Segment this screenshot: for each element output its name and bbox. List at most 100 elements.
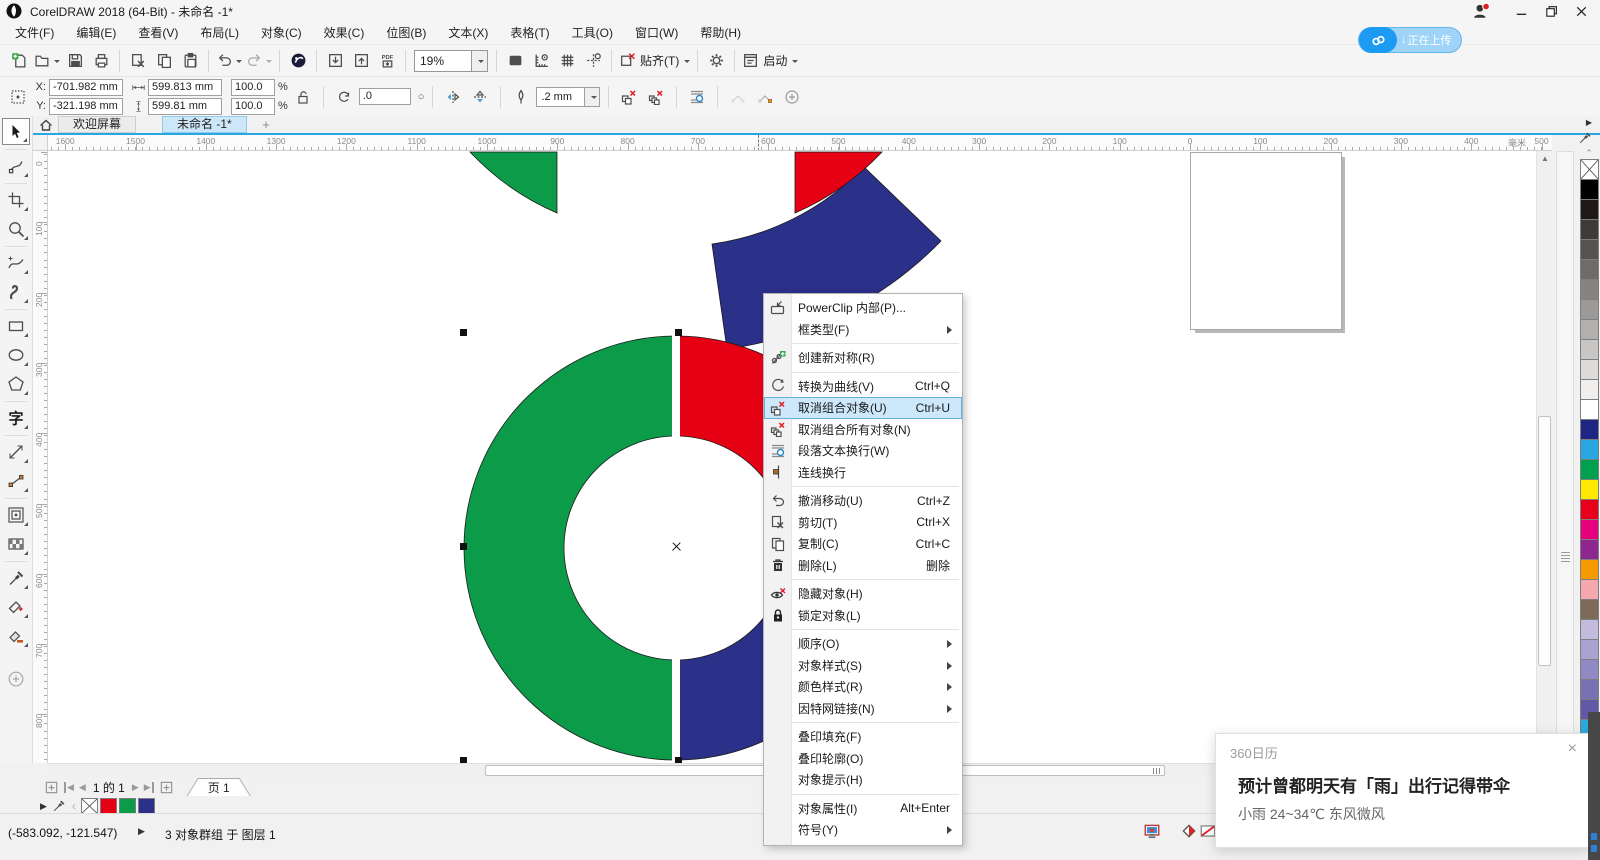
context-menu-item[interactable]: 取消组合所有对象(N) — [764, 419, 962, 441]
lock-ratio-button[interactable] — [291, 85, 315, 109]
popup-close-button[interactable]: × — [1568, 740, 1577, 758]
smart-fill-tool[interactable] — [2, 622, 30, 649]
context-menu-item[interactable]: 段落文本换行(W) — [764, 440, 962, 462]
ungroup-objects-button[interactable] — [617, 85, 641, 109]
fill-status-icon[interactable] — [1180, 822, 1198, 840]
print-button[interactable] — [88, 48, 114, 74]
context-menu-item[interactable]: 符号(Y) — [764, 819, 962, 841]
last-page-button[interactable]: ▶ — [144, 781, 154, 793]
menu-item-6[interactable]: 位图(B) — [375, 22, 437, 44]
menu-item-0[interactable]: 文件(F) — [4, 22, 65, 44]
outline-width-dropdown[interactable] — [584, 87, 600, 106]
user-account-icon[interactable] — [1470, 2, 1492, 20]
search-content-button[interactable] — [285, 48, 311, 74]
crop-tool[interactable] — [2, 186, 30, 213]
zoom-level-combo[interactable]: 19% — [414, 49, 488, 72]
scale-y-field[interactable]: 100.0 — [231, 97, 275, 115]
docpalette-swatch[interactable] — [99, 798, 117, 814]
connector-tool[interactable] — [2, 467, 30, 494]
vertical-scroll-thumb[interactable] — [1538, 416, 1551, 666]
tab-welcome-screen[interactable]: 欢迎屏幕 — [58, 116, 137, 133]
text-tool[interactable]: 字 — [2, 404, 30, 431]
palette-swatch[interactable] — [1579, 459, 1599, 480]
new-document-button[interactable] — [6, 48, 32, 74]
y-position-field[interactable]: -321.198 mm — [49, 97, 123, 115]
publish-pdf-button[interactable]: PDF — [374, 48, 400, 74]
first-page-button[interactable]: ◀ — [64, 781, 74, 793]
docpalette-flyout-arrow[interactable]: ▶ — [40, 801, 47, 812]
minimize-button[interactable] — [1506, 1, 1536, 21]
palette-swatch[interactable] — [1579, 519, 1599, 540]
artistic-media-tool[interactable] — [2, 278, 30, 305]
menu-item-3[interactable]: 布局(L) — [189, 22, 250, 44]
vertical-ruler[interactable]: 0 100 200 300 400 500 600 700 800 — [33, 151, 48, 763]
route-connector-anchor-button[interactable] — [753, 85, 777, 109]
menu-item-5[interactable]: 效果(C) — [313, 22, 376, 44]
snap-to-button[interactable]: 贴齐(T) — [617, 48, 692, 74]
toggle-grid-button[interactable] — [554, 48, 580, 74]
palette-swatch[interactable] — [1579, 579, 1599, 600]
palette-swatch[interactable] — [1579, 339, 1599, 360]
context-menu-item[interactable]: 创建新对称(R) — [764, 347, 962, 369]
palette-handle-bar[interactable] — [1556, 151, 1574, 763]
redo-button[interactable] — [244, 48, 274, 74]
route-connector-button[interactable] — [726, 85, 750, 109]
context-menu-item[interactable]: 锁定对象(L) — [764, 605, 962, 627]
docpalette-swatch-none[interactable] — [80, 798, 98, 814]
text-wrap-button[interactable] — [685, 85, 709, 109]
menu-item-4[interactable]: 对象(C) — [250, 22, 313, 44]
paste-button[interactable] — [177, 48, 203, 74]
toggle-guidelines-button[interactable] — [580, 48, 606, 74]
previous-page-button[interactable]: ◀ — [79, 782, 86, 793]
copy-button[interactable] — [151, 48, 177, 74]
palette-swatch[interactable] — [1579, 179, 1599, 200]
contour-tool[interactable] — [2, 501, 30, 528]
palette-swatch[interactable] — [1579, 399, 1599, 420]
interactive-fill-tool[interactable] — [2, 593, 30, 620]
cut-button[interactable] — [125, 48, 151, 74]
page-tab[interactable]: 页 1 — [186, 778, 251, 796]
context-menu-item[interactable]: PowerClip 内部(P)... — [764, 297, 962, 319]
scale-x-field[interactable]: 100.0 — [231, 78, 275, 96]
fullscreen-preview-button[interactable] — [502, 48, 528, 74]
add-property-button[interactable] — [780, 85, 804, 109]
context-menu-item[interactable]: 叠印轮廓(O) — [764, 748, 962, 770]
menu-item-11[interactable]: 帮助(H) — [689, 22, 752, 44]
ungroup-all-button[interactable] — [644, 85, 668, 109]
next-page-button[interactable]: ▶ — [132, 782, 139, 793]
home-button[interactable] — [36, 117, 56, 133]
palette-swatch[interactable] — [1579, 379, 1599, 400]
palette-swatch[interactable] — [1579, 679, 1599, 700]
palette-swatch-none[interactable] — [1579, 159, 1599, 180]
polygon-tool[interactable] — [2, 370, 30, 397]
close-button[interactable] — [1566, 1, 1596, 21]
transparency-tool[interactable] — [2, 530, 30, 557]
palette-eyedropper-icon[interactable] — [1578, 131, 1592, 145]
docpalette-eyedropper-icon[interactable] — [52, 799, 66, 813]
baidu-netdisk-button[interactable]: ↓ 正在上传 — [1358, 27, 1462, 53]
context-menu-item[interactable]: 对象属性(I) Alt+Enter — [764, 798, 962, 820]
context-menu-item[interactable]: 剪切(T) Ctrl+X — [764, 512, 962, 534]
object-width-field[interactable]: 599.813 mm — [148, 78, 222, 96]
palette-swatch[interactable] — [1579, 219, 1599, 240]
palette-swatch[interactable] — [1579, 259, 1599, 280]
rectangle-tool[interactable] — [2, 312, 30, 339]
shape-tool[interactable] — [2, 152, 30, 179]
palette-swatch[interactable] — [1579, 419, 1599, 440]
context-menu-item[interactable]: 顺序(O) — [764, 633, 962, 655]
context-menu-item[interactable]: 对象提示(H) — [764, 769, 962, 791]
menu-item-1[interactable]: 编辑(E) — [65, 22, 127, 44]
scroll-up-arrow[interactable]: ▲ — [1537, 151, 1553, 166]
mirror-horizontal-button[interactable] — [441, 85, 465, 109]
object-height-field[interactable]: 599.81 mm — [148, 97, 222, 115]
docpalette-swatch[interactable] — [118, 798, 136, 814]
rotation-angle-field[interactable]: .0 — [358, 88, 411, 105]
palette-swatch[interactable] — [1579, 499, 1599, 520]
palette-swatch[interactable] — [1579, 539, 1599, 560]
menu-item-2[interactable]: 查看(V) — [127, 22, 189, 44]
freehand-tool[interactable] — [2, 249, 30, 276]
context-menu-item[interactable]: 框类型(F) — [764, 319, 962, 341]
context-menu-item[interactable]: 连线换行 — [764, 462, 962, 484]
launch-button[interactable]: 启动 — [740, 48, 800, 74]
menu-item-10[interactable]: 窗口(W) — [624, 22, 689, 44]
